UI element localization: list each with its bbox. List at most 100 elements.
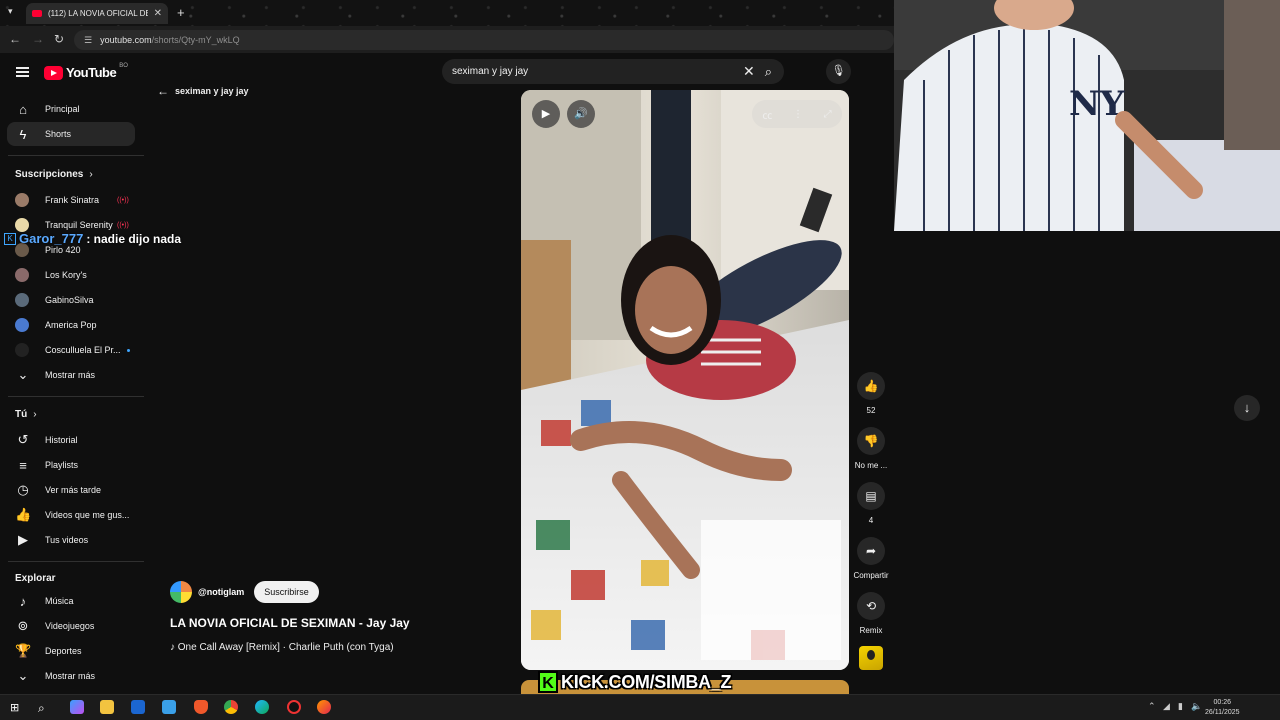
sidebar-item-label: Frank Sinatra bbox=[45, 195, 100, 205]
sidebar-item-subscription[interactable]: GabinoSilva bbox=[7, 288, 135, 312]
share-button[interactable]: ➦ Compartir bbox=[850, 537, 892, 580]
file-explorer-icon[interactable] bbox=[100, 700, 114, 714]
kick-url-text: KICK.COM/SIMBA_Z bbox=[561, 671, 732, 692]
sidebar-item-your-videos[interactable]: ▶ Tus videos bbox=[7, 528, 135, 552]
search-input[interactable]: seximan y jay jay bbox=[452, 66, 743, 77]
shorts-icon: ϟ bbox=[19, 126, 27, 142]
thumbs-up-icon: 👍 bbox=[857, 372, 885, 400]
sidebar-item-watch-later[interactable]: ◷ Ver más tarde bbox=[7, 478, 135, 502]
channel-handle[interactable]: @notiglam bbox=[198, 587, 244, 597]
short-title[interactable]: LA NOVIA OFICIAL DE SEXIMAN - Jay Jay bbox=[170, 616, 410, 630]
url-field[interactable]: ☰ youtube.com /shorts/Qty-mY_wkLQ bbox=[74, 30, 894, 50]
like-count: 52 bbox=[866, 406, 876, 415]
url-domain: youtube.com bbox=[100, 35, 152, 45]
windows-start-icon[interactable]: ⊞ bbox=[10, 701, 19, 714]
youtube-favicon-icon bbox=[32, 10, 42, 17]
tray-chevron-icon[interactable]: ⌃ bbox=[1148, 701, 1156, 712]
new-tab-button[interactable]: + bbox=[177, 5, 185, 20]
sidebar-item-shorts[interactable]: ϟ Shorts bbox=[7, 122, 135, 146]
remix-button[interactable]: ⟲ Remix bbox=[850, 592, 892, 635]
explore-header: Explorar bbox=[15, 573, 56, 584]
video-frame bbox=[521, 90, 849, 670]
obs-icon[interactable] bbox=[287, 700, 301, 714]
back-icon[interactable]: ← bbox=[9, 32, 21, 46]
you-header[interactable]: Tú › bbox=[15, 409, 37, 420]
volume-tray-icon[interactable]: 🔈 bbox=[1191, 701, 1202, 712]
forward-icon[interactable]: → bbox=[32, 32, 44, 46]
webcam-overlay: NY bbox=[894, 0, 1280, 231]
sidebar-item-principal[interactable]: ⌂ Principal bbox=[7, 97, 135, 121]
avatar bbox=[15, 193, 29, 207]
tab-close-icon[interactable]: ✕ bbox=[154, 8, 162, 19]
short-music[interactable]: ♪ One Call Away [Remix] · Charlie Puth (… bbox=[170, 642, 394, 653]
sidebar-item-label: GabinoSilva bbox=[45, 295, 94, 305]
subscribe-button[interactable]: Suscribirse bbox=[254, 581, 319, 603]
browser-tab[interactable]: (112) LA NOVIA OFICIAL DE SE... ✕ bbox=[26, 3, 168, 24]
sidebar-item-liked-videos[interactable]: 👍 Videos que me gus... bbox=[7, 503, 135, 527]
sidebar-item-label: Historial bbox=[45, 435, 78, 445]
sidebar-item-label: Pirlo 420 bbox=[45, 245, 81, 255]
kick-badge-icon: K bbox=[4, 232, 16, 245]
voice-search-icon[interactable]: 🎙 bbox=[826, 59, 851, 84]
playlists-icon: ≡ bbox=[19, 457, 27, 473]
sidebar-item-historial[interactable]: ↺ Historial bbox=[7, 428, 135, 452]
short-video-player[interactable]: ▶ 🔊 bbox=[521, 90, 849, 670]
more-options-icon[interactable]: ⋮ bbox=[793, 109, 803, 120]
sound-thumbnail[interactable] bbox=[859, 646, 883, 670]
sidebar-item-subscription[interactable]: Frank Sinatra ((•)) bbox=[7, 188, 135, 212]
history-icon: ↺ bbox=[17, 432, 29, 447]
taskbar-clock[interactable]: 00:26 26/11/2025 bbox=[1205, 698, 1240, 718]
back-to-results[interactable]: ← seximan y jay jay bbox=[157, 84, 249, 98]
sidebar-item-gaming[interactable]: ⊚ Videojuegos bbox=[7, 614, 135, 638]
sidebar-item-subscription[interactable]: Cosculluela El Pr... bbox=[7, 338, 135, 362]
app-icon[interactable] bbox=[131, 700, 145, 714]
liked-videos-icon: 👍 bbox=[15, 507, 32, 522]
volume-icon[interactable]: 🔊 bbox=[567, 100, 595, 128]
captions-icon[interactable]: ㏄ bbox=[762, 107, 772, 122]
brave-icon[interactable] bbox=[194, 700, 208, 714]
chevron-right-icon: › bbox=[89, 169, 93, 180]
play-button[interactable]: ▶ bbox=[532, 100, 560, 128]
sidebar-item-label: Tranquil Serenity bbox=[45, 220, 113, 230]
fullscreen-icon[interactable]: ⤢ bbox=[824, 109, 832, 120]
channel-avatar[interactable] bbox=[170, 581, 192, 603]
taskbar-search-icon[interactable]: ⌕ bbox=[38, 701, 45, 716]
sidebar-item-subscription[interactable]: America Pop bbox=[7, 313, 135, 337]
sidebar-show-more[interactable]: ⌄ Mostrar más bbox=[7, 363, 135, 387]
clear-search-icon[interactable]: ✕ bbox=[743, 63, 755, 80]
edge-icon[interactable] bbox=[255, 700, 269, 714]
network-icon[interactable]: ◢ bbox=[1163, 701, 1170, 712]
search-icon[interactable]: ⌕ bbox=[765, 64, 772, 80]
tab-search-icon[interactable]: ▾ bbox=[8, 6, 13, 17]
remix-label: Remix bbox=[859, 626, 883, 635]
chat-username: Garor_777 bbox=[19, 231, 84, 246]
like-button[interactable]: 👍 52 bbox=[850, 372, 892, 415]
site-info-icon[interactable]: ☰ bbox=[84, 35, 92, 46]
comments-button[interactable]: ▤ 4 bbox=[850, 482, 892, 525]
search-box[interactable]: seximan y jay jay ✕ ⌕ bbox=[442, 59, 784, 84]
sidebar-item-playlists[interactable]: ≡ Playlists bbox=[7, 453, 135, 477]
firefox-icon[interactable] bbox=[317, 700, 331, 714]
video-controls-right: ㏄ ⋮ ⤢ bbox=[752, 100, 842, 128]
chevron-right-icon: › bbox=[33, 409, 37, 420]
subscriptions-header[interactable]: Suscripciones › bbox=[15, 169, 93, 180]
sidebar-item-subscription[interactable]: Los Kory's bbox=[7, 263, 135, 287]
share-icon: ➦ bbox=[857, 537, 885, 565]
battery-icon[interactable]: ▮ bbox=[1178, 701, 1183, 712]
sidebar-item-sports[interactable]: 🏆 Deportes bbox=[7, 639, 135, 663]
copilot-icon[interactable] bbox=[70, 700, 84, 714]
chat-message: K Garor_777 : nadie dijo nada bbox=[4, 231, 181, 246]
avatar bbox=[15, 293, 29, 307]
dislike-button[interactable]: 👎 No me ... bbox=[850, 427, 892, 470]
photos-icon[interactable] bbox=[162, 700, 176, 714]
sidebar-item-music[interactable]: ♪ Música bbox=[7, 589, 135, 613]
chrome-icon[interactable] bbox=[224, 700, 238, 714]
webcam-image: NY bbox=[894, 0, 1280, 231]
sidebar-show-more-explore[interactable]: ⌄ Mostrar más bbox=[7, 664, 135, 688]
sidebar-item-label: Deportes bbox=[45, 646, 82, 656]
next-short-arrow-icon[interactable]: ↓ bbox=[1234, 395, 1260, 421]
reload-icon[interactable]: ↻ bbox=[54, 32, 64, 46]
avatar bbox=[15, 318, 29, 332]
chevron-down-icon: ⌄ bbox=[17, 668, 29, 683]
thumbs-down-icon: 👎 bbox=[857, 427, 885, 455]
